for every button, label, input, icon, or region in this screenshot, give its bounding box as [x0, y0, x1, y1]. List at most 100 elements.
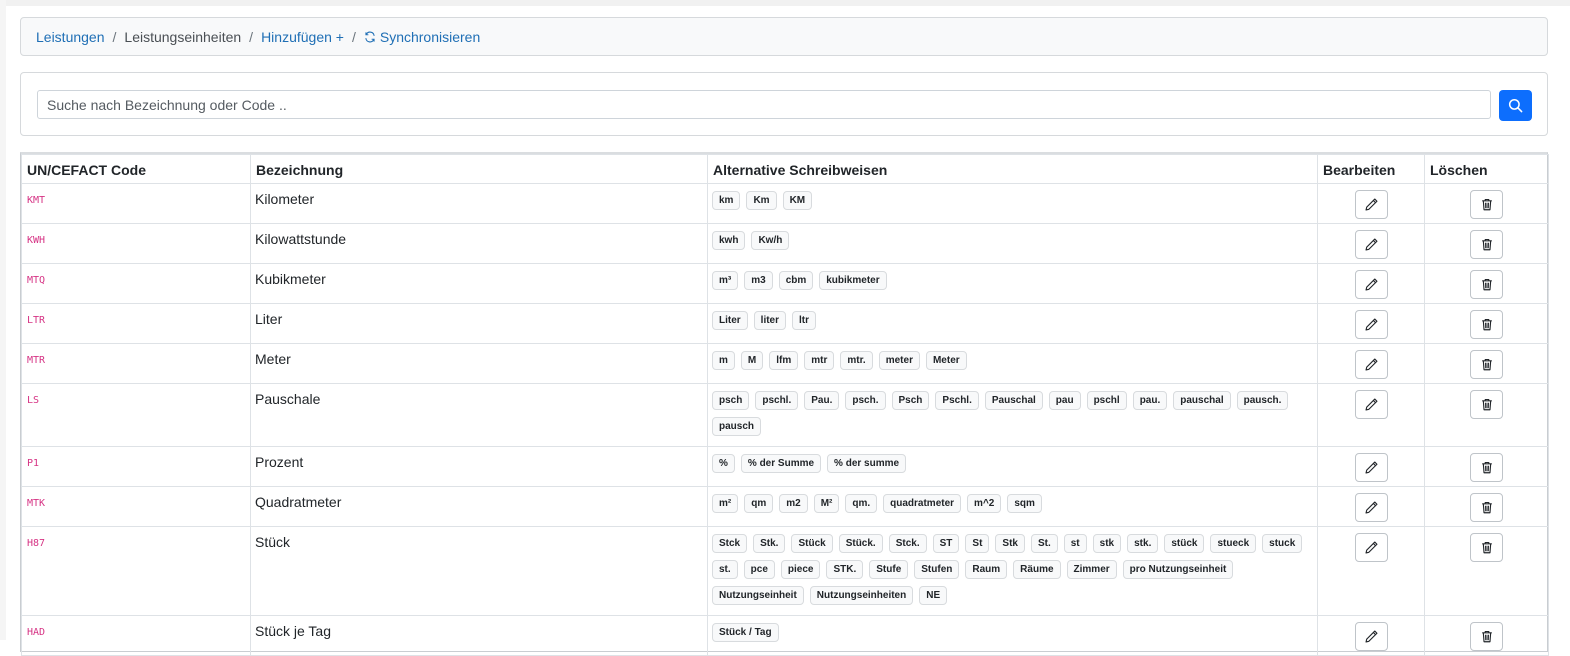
alternative-tag: st [1064, 534, 1087, 553]
alternative-tag: pausch. [1237, 391, 1289, 410]
alternative-spellings: Literliterltr [708, 304, 1318, 344]
edit-button[interactable] [1355, 230, 1388, 259]
alternative-spellings: %% der Summe% der summe [708, 447, 1318, 487]
delete-button[interactable] [1470, 350, 1503, 379]
unit-code: MTR [22, 344, 251, 384]
delete-button[interactable] [1470, 310, 1503, 339]
alternative-tag: pschl [1087, 391, 1127, 410]
edit-cell [1318, 304, 1425, 344]
delete-button[interactable] [1470, 533, 1503, 562]
trash-icon [1480, 460, 1494, 475]
alternative-tag: m³ [712, 271, 738, 290]
table-row: H87StückStckStk.StückStück.Stck.STStStkS… [22, 527, 1549, 616]
table-row: MTQKubikmeterm³m3cbmkubikmeter [22, 264, 1549, 304]
trash-icon [1480, 197, 1494, 212]
pencil-icon [1364, 397, 1379, 412]
delete-button[interactable] [1470, 230, 1503, 259]
header-edit: Bearbeiten [1318, 155, 1425, 184]
alternative-tag: Stufe [869, 560, 908, 579]
alternative-tag: Raum [965, 560, 1007, 579]
delete-button[interactable] [1470, 270, 1503, 299]
refresh-icon [364, 31, 376, 43]
edit-button[interactable] [1355, 493, 1388, 522]
unit-code: HAD [22, 616, 251, 656]
delete-button[interactable] [1470, 190, 1503, 219]
alternative-tag: Stufen [914, 560, 959, 579]
pencil-icon [1364, 197, 1379, 212]
search-button[interactable] [1499, 90, 1532, 121]
delete-cell [1425, 527, 1549, 616]
alternative-tag: pce [744, 560, 775, 579]
search-input[interactable] [37, 90, 1491, 119]
alternative-tag: KM [783, 191, 813, 210]
delete-button[interactable] [1470, 390, 1503, 419]
alternative-tag: % der summe [827, 454, 906, 473]
edit-button[interactable] [1355, 350, 1388, 379]
alternative-tag: piece [781, 560, 821, 579]
left-shade [0, 0, 6, 640]
trash-icon [1480, 397, 1494, 412]
alternative-tag: Nutzungseinheiten [810, 586, 913, 605]
edit-button[interactable] [1355, 622, 1388, 651]
alternative-tag: kwh [712, 231, 745, 250]
alternative-tag: pausch [712, 417, 761, 436]
alternative-tag: stk. [1127, 534, 1158, 553]
edit-cell [1318, 264, 1425, 304]
alternative-tag: quadratmeter [883, 494, 961, 513]
table-row: P1Prozent%% der Summe% der summe [22, 447, 1549, 487]
alternative-tag: pro Nutzungseinheit [1123, 560, 1234, 579]
unit-code: KWH [22, 224, 251, 264]
unit-code: LS [22, 384, 251, 447]
edit-cell [1318, 224, 1425, 264]
search-card [20, 72, 1548, 136]
edit-button[interactable] [1355, 270, 1388, 299]
alternative-spellings: m²qmm2M²qm.quadratmeterm^2sqm [708, 487, 1318, 527]
edit-button[interactable] [1355, 190, 1388, 219]
sync-label: Synchronisieren [380, 29, 480, 45]
delete-button[interactable] [1470, 493, 1503, 522]
alternative-tag: st. [712, 560, 738, 579]
unit-code: LTR [22, 304, 251, 344]
edit-button[interactable] [1355, 533, 1388, 562]
alternative-tag: m [712, 351, 735, 370]
edit-cell [1318, 447, 1425, 487]
trash-icon [1480, 357, 1494, 372]
unit-name: Stück je Tag [251, 616, 708, 656]
table-row: LSPauschalepschpschl.Pau.psch.PschPschl.… [22, 384, 1549, 447]
alternative-tag: lfm [769, 351, 798, 370]
alternative-tag: ST [933, 534, 960, 553]
breadcrumb-separator: / [352, 29, 356, 45]
alternative-tag: m3 [744, 271, 772, 290]
alternative-tag: pau [1049, 391, 1081, 410]
delete-button[interactable] [1470, 453, 1503, 482]
alternative-spellings: pschpschl.Pau.psch.PschPschl.Pauschalpau… [708, 384, 1318, 447]
pencil-icon [1364, 629, 1379, 644]
delete-button[interactable] [1470, 622, 1503, 651]
alternative-tag: m2 [779, 494, 807, 513]
alternative-tag: qm. [845, 494, 877, 513]
edit-button[interactable] [1355, 453, 1388, 482]
alternative-tag: kubikmeter [819, 271, 886, 290]
sync-link[interactable]: Synchronisieren [364, 29, 480, 45]
alternative-tag: Pschl. [935, 391, 978, 410]
unit-name: Liter [251, 304, 708, 344]
unit-name: Quadratmeter [251, 487, 708, 527]
alternative-tag: stueck [1210, 534, 1256, 553]
edit-button[interactable] [1355, 390, 1388, 419]
add-link[interactable]: Hinzufügen + [261, 29, 344, 45]
search-icon [1508, 98, 1523, 113]
delete-cell [1425, 344, 1549, 384]
alternative-spellings: Stück / Tag [708, 616, 1318, 656]
edit-button[interactable] [1355, 310, 1388, 339]
breadcrumb-link-leistungen[interactable]: Leistungen [36, 29, 105, 45]
unit-code: MTQ [22, 264, 251, 304]
alternative-tag: m^2 [967, 494, 1001, 513]
header-alternatives: Alternative Schreibweisen [708, 155, 1318, 184]
alternative-spellings: StckStk.StückStück.Stck.STStStkSt.ststks… [708, 527, 1318, 616]
trash-icon [1480, 629, 1494, 644]
edit-cell [1318, 344, 1425, 384]
unit-code: P1 [22, 447, 251, 487]
alternative-tag: Stück [791, 534, 832, 553]
delete-cell [1425, 447, 1549, 487]
alternative-tag: Pauschal [985, 391, 1043, 410]
